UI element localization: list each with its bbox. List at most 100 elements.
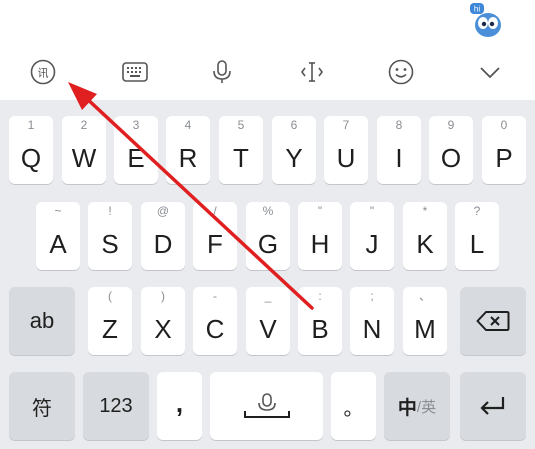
key-s[interactable]: ! S xyxy=(88,202,132,270)
key-k[interactable]: * K xyxy=(403,202,447,270)
key-u[interactable]: 7 U xyxy=(324,116,368,184)
mascot-avatar[interactable]: hi xyxy=(470,2,506,38)
key-sub-label: ( xyxy=(108,289,112,303)
key-label: T xyxy=(233,143,249,173)
key-sub-label: ; xyxy=(370,289,374,303)
key-x[interactable]: ) X xyxy=(141,287,185,355)
key-label: M xyxy=(414,314,436,344)
language-switch-key[interactable]: 中/英 xyxy=(384,372,450,440)
key-sub-label: 5 xyxy=(237,118,245,132)
language-switch-label: 中/英 xyxy=(384,372,450,440)
collapse-keyboard-button[interactable] xyxy=(470,54,510,90)
key-label: I xyxy=(395,143,403,173)
mascot-icon: hi xyxy=(470,3,501,37)
handwriting-input-icon: 讯 xyxy=(30,59,56,85)
key-sub-label: 1 xyxy=(27,118,35,132)
key-sub-label: * xyxy=(422,204,428,218)
key-y[interactable]: 6 Y xyxy=(272,116,316,184)
key-label: , xyxy=(175,387,184,418)
backspace-key[interactable] xyxy=(460,287,526,355)
key-sub-label: _ xyxy=(264,289,272,303)
cursor-move-button[interactable] xyxy=(292,54,332,90)
key-sub-label: ~ xyxy=(54,204,62,218)
backspace-icon xyxy=(460,287,526,355)
key-label: X xyxy=(154,314,172,344)
key-label: 符 xyxy=(32,397,52,420)
ab-key[interactable]: ab xyxy=(9,287,75,355)
key-label: G xyxy=(257,229,279,259)
comma-key[interactable]: , xyxy=(157,372,202,440)
key-sub-label: ! xyxy=(108,204,112,218)
key-w[interactable]: 2 W xyxy=(62,116,106,184)
key-label: C xyxy=(205,314,225,344)
emoji-icon xyxy=(388,59,414,85)
key-label: P xyxy=(495,143,513,173)
key-label: Q xyxy=(20,143,42,173)
key-m[interactable]: 、 M xyxy=(403,287,447,355)
key-sub-label: 4 xyxy=(184,118,192,132)
key-sub-label: 、 xyxy=(418,289,431,303)
key-label: 123 xyxy=(99,394,133,417)
key-label: L xyxy=(469,229,485,259)
cursor-move-icon xyxy=(301,62,323,82)
key-label: F xyxy=(207,229,223,259)
enter-icon xyxy=(460,372,526,440)
numbers-key[interactable]: 123 xyxy=(83,372,149,440)
keyboard-toolbar: 讯 xyxy=(0,44,535,100)
key-label: D xyxy=(153,229,173,259)
symbols-key[interactable]: 符 xyxy=(9,372,75,440)
key-label: U xyxy=(336,143,356,173)
key-sub-label: / xyxy=(213,204,217,218)
voice-input-button[interactable] xyxy=(202,54,242,90)
key-label: A xyxy=(49,229,67,259)
svg-text:讯: 讯 xyxy=(38,67,49,80)
key-label: ab xyxy=(29,308,55,333)
key-j[interactable]: " J xyxy=(350,202,394,270)
key-f[interactable]: / F xyxy=(193,202,237,270)
key-label: V xyxy=(259,314,277,344)
microphone-icon xyxy=(213,60,231,83)
emoji-button[interactable] xyxy=(381,54,421,90)
key-r[interactable]: 4 R xyxy=(166,116,210,184)
key-a[interactable]: ~ A xyxy=(36,202,80,270)
key-label: J xyxy=(365,229,379,259)
key-n[interactable]: ; N xyxy=(350,287,394,355)
key-label: K xyxy=(416,229,434,259)
key-g[interactable]: % G xyxy=(246,202,290,270)
key-label: W xyxy=(71,143,97,173)
space-key[interactable] xyxy=(210,372,323,440)
key-sub-label: " xyxy=(369,204,375,218)
handwriting-input-button[interactable]: 讯 xyxy=(23,54,63,90)
key-t[interactable]: 5 T xyxy=(219,116,263,184)
key-e[interactable]: 3 E xyxy=(114,116,158,184)
key-label: N xyxy=(362,314,382,344)
key-label: 。 xyxy=(343,397,364,420)
key-sub-label: 6 xyxy=(290,118,298,132)
key-label: B xyxy=(311,314,329,344)
key-i[interactable]: 8 I xyxy=(377,116,421,184)
key-l[interactable]: ? L xyxy=(455,202,499,270)
key-sub-label: @ xyxy=(156,204,170,218)
key-h[interactable]: " H xyxy=(298,202,342,270)
keyboard-area: 1 Q 2 W 3 E 4 R 5 T 6 Y 7 U 8 I 9 O 0 P … xyxy=(0,100,535,449)
key-label: S xyxy=(101,229,119,259)
key-b[interactable]: : B xyxy=(298,287,342,355)
key-q[interactable]: 1 Q xyxy=(9,116,53,184)
key-label: O xyxy=(440,143,462,173)
keyboard-switch-button[interactable] xyxy=(115,54,155,90)
key-p[interactable]: 0 P xyxy=(482,116,526,184)
key-o[interactable]: 9 O xyxy=(429,116,473,184)
key-v[interactable]: _ V xyxy=(246,287,290,355)
key-label: Y xyxy=(285,143,303,173)
key-z[interactable]: ( Z xyxy=(88,287,132,355)
collapse-icon xyxy=(480,67,500,79)
key-label: R xyxy=(178,143,198,173)
period-key[interactable]: 。 xyxy=(331,372,376,440)
lang-alt-label: /英 xyxy=(416,398,437,416)
space-microphone-icon xyxy=(210,372,323,440)
key-label: Z xyxy=(102,314,118,344)
key-d[interactable]: @ D xyxy=(141,202,185,270)
key-sub-label: 0 xyxy=(500,118,508,132)
key-c[interactable]: - C xyxy=(193,287,237,355)
enter-key[interactable] xyxy=(460,372,526,440)
